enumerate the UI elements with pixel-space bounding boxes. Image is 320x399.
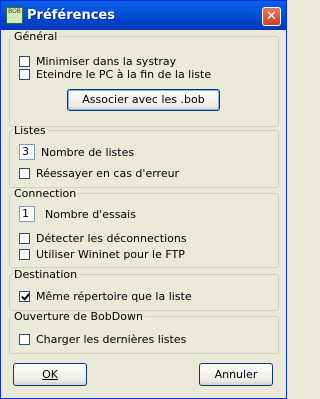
list-count-input[interactable]: 3 [19,144,35,160]
preferences-window: BOB Préférences ✕ Général Minimiser dans… [0,0,287,399]
load-last-label: Charger les dernières listes [36,332,187,346]
load-last-option[interactable]: Charger les dernières listes [19,332,186,346]
list-count-label: Nombre de listes [41,145,135,159]
retry-error-label: Réessayer en cas d'erreur [36,166,180,180]
tries-row: 1 Nombre d'essais [19,206,136,222]
ouverture-legend: Ouverture de BobDown [14,310,143,323]
ok-button[interactable]: OK [13,363,87,386]
detect-disconnect-checkbox[interactable] [19,232,30,244]
detect-disconnect-label: Détecter les déconnections [36,231,187,245]
tries-label: Nombre d'essais [45,207,136,221]
retry-error-option[interactable]: Réessayer en cas d'erreur [19,166,179,180]
connection-legend: Connection [14,187,77,200]
app-icon: BOB [6,7,23,24]
same-dir-option[interactable]: Même répertoire que la liste [19,289,192,303]
use-wininet-checkbox[interactable] [19,248,30,260]
window-title: Préférences [27,8,115,23]
cancel-button[interactable]: Annuler [199,363,273,386]
same-dir-checkbox[interactable] [19,290,30,302]
list-count-row: 3 Nombre de listes [19,144,134,160]
use-wininet-label: Utiliser Wininet pour le FTP [36,247,185,261]
general-legend: Général [14,30,58,43]
ok-button-label: OK [42,368,58,381]
shutdown-pc-checkbox[interactable] [19,68,30,80]
tries-input[interactable]: 1 [19,206,35,222]
shutdown-pc-option[interactable]: Eteindre le PC à la fin de la liste [19,67,211,81]
close-button[interactable]: ✕ [262,7,281,26]
detect-disconnect-option[interactable]: Détecter les déconnections [19,231,187,245]
associate-bob-button[interactable]: Associer avec les .bob [67,89,220,111]
listes-legend: Listes [14,124,46,137]
use-wininet-option[interactable]: Utiliser Wininet pour le FTP [19,247,185,261]
minimize-tray-option[interactable]: Minimiser dans la systray [19,54,176,68]
load-last-checkbox[interactable] [19,333,30,345]
minimize-tray-label: Minimiser dans la systray [36,54,177,68]
title-bar[interactable]: BOB Préférences ✕ [1,1,286,30]
shutdown-pc-label: Eteindre le PC à la fin de la liste [36,67,212,81]
destination-legend: Destination [14,268,78,281]
minimize-tray-checkbox[interactable] [19,55,30,67]
retry-error-checkbox[interactable] [19,167,30,179]
same-dir-label: Même répertoire que la liste [36,289,192,303]
